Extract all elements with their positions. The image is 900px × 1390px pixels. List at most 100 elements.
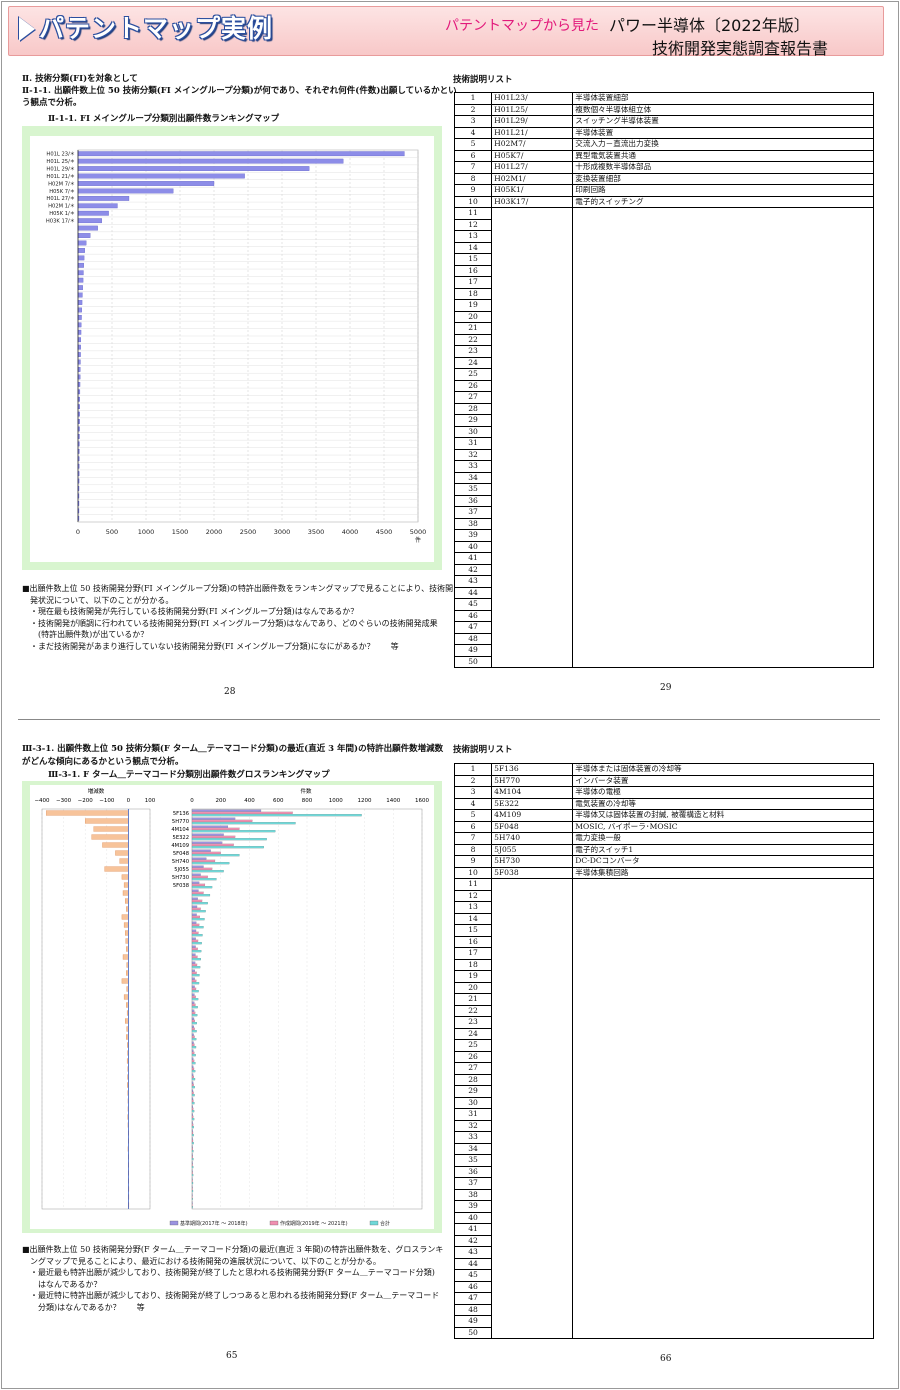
empty-cell bbox=[572, 1120, 874, 1132]
table-row: 30 bbox=[453, 1096, 874, 1109]
bar bbox=[77, 240, 87, 246]
empty-cell bbox=[491, 621, 574, 633]
empty-cell bbox=[572, 506, 874, 518]
empty-cell bbox=[572, 391, 874, 403]
note-line: はなんであるか？ bbox=[22, 1279, 102, 1289]
empty-cell bbox=[491, 1269, 574, 1281]
series-bar bbox=[191, 1198, 193, 1201]
bar bbox=[77, 359, 81, 365]
diff-bar bbox=[121, 914, 129, 920]
tech-description: 半導体の電極 bbox=[572, 786, 874, 799]
note-line: ・最近最も特許出願が減少しており、技術開発が終了したと思われる技術開発分野(F … bbox=[22, 1268, 435, 1277]
series-bar bbox=[191, 835, 236, 838]
empty-cell bbox=[572, 901, 874, 913]
diff-tick-label: 0 bbox=[127, 798, 131, 804]
row-number: 14 bbox=[453, 241, 493, 254]
row-number: 36 bbox=[453, 1165, 493, 1178]
category-label: 5H730 bbox=[172, 875, 189, 881]
series-bar bbox=[191, 1025, 194, 1028]
category-label: H01L 23/＊ bbox=[46, 152, 75, 158]
series-bar bbox=[191, 833, 224, 836]
category-label: 4M109 bbox=[171, 843, 189, 849]
row-number: 30 bbox=[453, 1096, 493, 1109]
table-row: 29 bbox=[453, 414, 874, 427]
table-row: 15 bbox=[453, 253, 874, 266]
series-bar bbox=[191, 1137, 193, 1140]
empty-cell bbox=[491, 1062, 574, 1074]
series-bar bbox=[191, 857, 207, 860]
chart2-svg: 増減数 −400 −300 −200 −100 0 100 件数 0 200 400 600 800 10… bbox=[34, 787, 429, 1227]
empty-cell bbox=[572, 552, 874, 564]
section1-subheading-a: Ⅱ-1-1. 出願件数上位 50 技術分類(FI メイングループ分類)が何であり… bbox=[22, 86, 457, 96]
empty-cell bbox=[572, 610, 874, 622]
bar bbox=[77, 262, 84, 268]
empty-cell bbox=[491, 1281, 574, 1293]
table-row: 28 bbox=[453, 1073, 874, 1086]
play-triangle-icon bbox=[19, 17, 35, 41]
empty-cell bbox=[491, 552, 574, 564]
empty-cell bbox=[491, 1315, 574, 1327]
empty-cell bbox=[491, 993, 574, 1005]
empty-cell bbox=[572, 230, 874, 242]
empty-cell bbox=[572, 449, 874, 461]
series-bar bbox=[191, 1131, 194, 1134]
series-bar bbox=[191, 907, 201, 910]
note-line: ・最近特に特許出願が減少しており、技術開発が終了しつつあると思われる技術開発分野… bbox=[22, 1291, 440, 1300]
empty-cell bbox=[572, 518, 874, 530]
table-row: 40 bbox=[453, 540, 874, 553]
empty-cell bbox=[491, 890, 574, 902]
category-label: 5F038 bbox=[173, 883, 189, 889]
row-number: 29 bbox=[453, 414, 493, 427]
bar bbox=[77, 285, 83, 291]
series-bar bbox=[191, 1043, 195, 1046]
empty-cell bbox=[572, 1154, 874, 1166]
series-bar bbox=[191, 1190, 194, 1193]
table-row: 24 bbox=[453, 356, 874, 369]
x-axis-label: 件 bbox=[415, 536, 421, 544]
table-row: 18 bbox=[453, 287, 874, 300]
table-row: 14 bbox=[453, 912, 874, 925]
tech-description: 電力変換一般 bbox=[572, 832, 874, 845]
note-line: ・現在最も技術開発が先行している技術開発分野(FI メイングループ分類)はなんで… bbox=[22, 607, 359, 616]
series-bar bbox=[191, 830, 276, 833]
empty-cell bbox=[572, 1177, 874, 1189]
row-number: 14 bbox=[453, 912, 493, 925]
row-number: 24 bbox=[453, 1027, 493, 1040]
table-row: 27 bbox=[453, 391, 874, 404]
series-bar bbox=[191, 870, 224, 873]
chart1-background: 0 500 1000 1500 2000 2500 3000 3500 4000 4500 5000… bbox=[22, 126, 442, 570]
legend-swatch bbox=[369, 1220, 379, 1226]
tech-code: H01L27/ bbox=[491, 161, 574, 174]
table-row: 27 bbox=[453, 1062, 874, 1075]
series-bar bbox=[191, 1142, 194, 1145]
table-row: 10 5F038 半導体集積回路 bbox=[453, 866, 874, 879]
table-row: 32 bbox=[453, 1119, 874, 1132]
row-number: 21 bbox=[453, 993, 493, 1006]
row-number: 40 bbox=[453, 540, 493, 553]
series-bar bbox=[191, 1094, 195, 1097]
series-bar bbox=[191, 1166, 194, 1169]
tech-description: 印刷回路 bbox=[572, 184, 874, 197]
bar bbox=[77, 270, 84, 276]
table-row: 23 bbox=[453, 345, 874, 358]
category-label: H03K 17/＊ bbox=[46, 219, 75, 225]
table-row: 36 bbox=[453, 494, 874, 507]
series-bar bbox=[191, 918, 205, 921]
table-row: 43 bbox=[453, 575, 874, 588]
series-bar bbox=[191, 859, 216, 862]
tech-code: 4M109 bbox=[491, 809, 574, 822]
empty-cell bbox=[491, 598, 574, 610]
empty-cell bbox=[491, 219, 574, 231]
empty-cell bbox=[491, 276, 574, 288]
empty-cell bbox=[491, 403, 574, 415]
row-number: 41 bbox=[453, 1223, 493, 1236]
x-tick-label: 4500 bbox=[376, 528, 393, 536]
table-row: 48 bbox=[453, 632, 874, 645]
series-bar bbox=[191, 1073, 194, 1076]
tech-code: H02M7/ bbox=[491, 138, 574, 151]
bar bbox=[77, 195, 130, 201]
empty-cell bbox=[572, 587, 874, 599]
empty-cell bbox=[572, 334, 874, 346]
series-bar bbox=[191, 1185, 193, 1188]
header-title: パテントマップ実例 bbox=[19, 9, 273, 45]
